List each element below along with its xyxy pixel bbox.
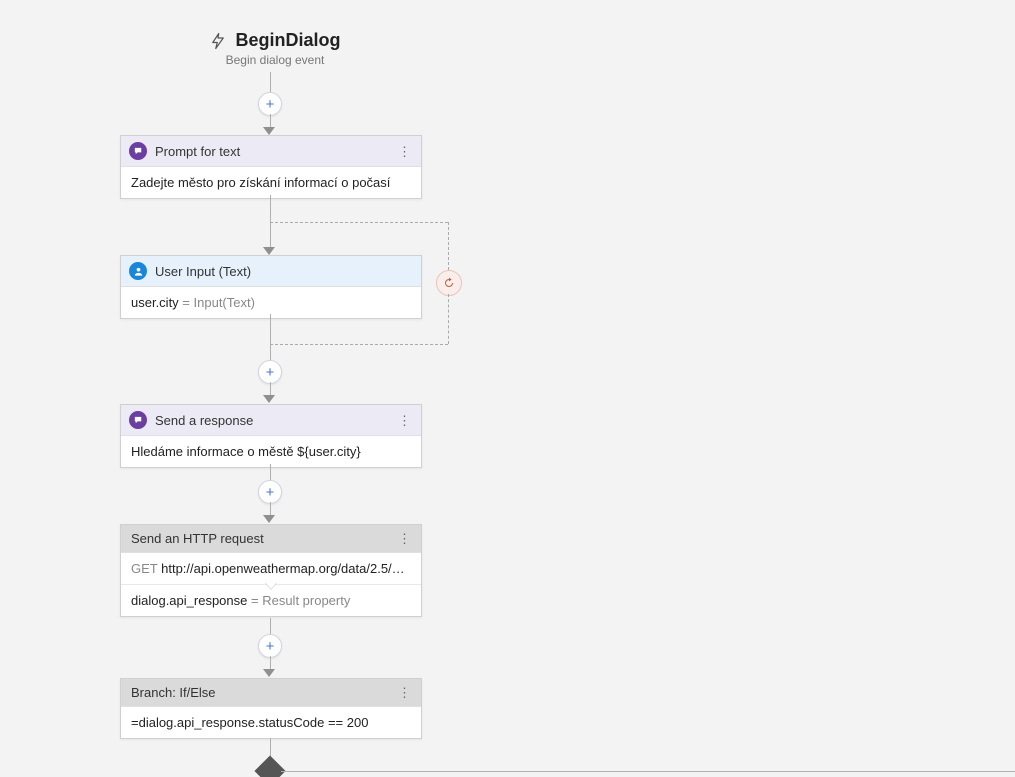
node-title: User Input (Text) — [155, 264, 413, 279]
property-value: Input(Text) — [194, 295, 255, 310]
node-prompt-text[interactable]: Prompt for text ⋮ Zadejte město pro získ… — [120, 135, 422, 199]
node-menu-button[interactable]: ⋮ — [396, 414, 413, 427]
node-user-input[interactable]: User Input (Text) user.city = Input(Text… — [120, 255, 422, 319]
node-body: Hledáme informace o městě ${user.city} — [121, 436, 421, 467]
property-name: user.city — [131, 295, 179, 310]
arrow-down-icon — [263, 247, 275, 255]
trigger-header: BeginDialog Begin dialog event — [115, 30, 435, 67]
loop-connector — [448, 294, 449, 344]
result-property: dialog.api_response — [131, 593, 247, 608]
result-label: Result property — [262, 593, 350, 608]
node-title: Send a response — [155, 413, 396, 428]
node-body: Zadejte město pro získání informací o po… — [121, 167, 421, 198]
node-title: Prompt for text — [155, 144, 396, 159]
equals: = — [247, 593, 262, 608]
node-title: Branch: If/Else — [129, 685, 396, 700]
add-action-button[interactable]: + — [258, 360, 282, 384]
add-action-button[interactable]: + — [258, 480, 282, 504]
node-branch-if-else[interactable]: Branch: If/Else ⋮ =dialog.api_response.s… — [120, 678, 422, 739]
equals: = — [179, 295, 194, 310]
connector — [281, 771, 1015, 772]
loop-connector — [270, 222, 448, 223]
connector — [270, 382, 271, 396]
arrow-down-icon — [263, 669, 275, 677]
bot-icon — [129, 142, 147, 160]
trigger-title: BeginDialog — [235, 30, 340, 51]
branch-condition: =dialog.api_response.statusCode == 200 — [121, 707, 421, 738]
arrow-down-icon — [263, 127, 275, 135]
decision-diamond-icon — [254, 755, 285, 777]
add-action-button[interactable]: + — [258, 634, 282, 658]
trigger-subtitle: Begin dialog event — [115, 53, 435, 67]
loop-connector — [270, 344, 448, 345]
loop-icon — [436, 270, 462, 296]
connector — [270, 114, 271, 128]
node-send-response[interactable]: Send a response ⋮ Hledáme informace o mě… — [120, 404, 422, 468]
node-body: user.city = Input(Text) — [121, 287, 421, 318]
lightning-icon — [209, 32, 227, 50]
loop-connector — [448, 222, 449, 270]
connector-tip-icon — [265, 582, 277, 589]
user-icon — [129, 262, 147, 280]
arrow-down-icon — [263, 395, 275, 403]
connector — [270, 502, 271, 516]
node-title: Send an HTTP request — [129, 531, 396, 546]
connector — [270, 314, 271, 364]
http-method: GET — [131, 561, 158, 576]
node-menu-button[interactable]: ⋮ — [396, 145, 413, 158]
add-action-button[interactable]: + — [258, 92, 282, 116]
arrow-down-icon — [263, 515, 275, 523]
http-request-line: GET http://api.openweathermap.org/data/2… — [121, 553, 421, 584]
bot-icon — [129, 411, 147, 429]
node-menu-button[interactable]: ⋮ — [396, 686, 413, 699]
node-menu-button[interactable]: ⋮ — [396, 532, 413, 545]
flow-canvas[interactable]: BeginDialog Begin dialog event + Prompt … — [0, 0, 1015, 777]
node-http-request[interactable]: Send an HTTP request ⋮ GET http://api.op… — [120, 524, 422, 617]
http-url: http://api.openweathermap.org/data/2.5/w… — [158, 561, 422, 576]
connector — [270, 656, 271, 670]
